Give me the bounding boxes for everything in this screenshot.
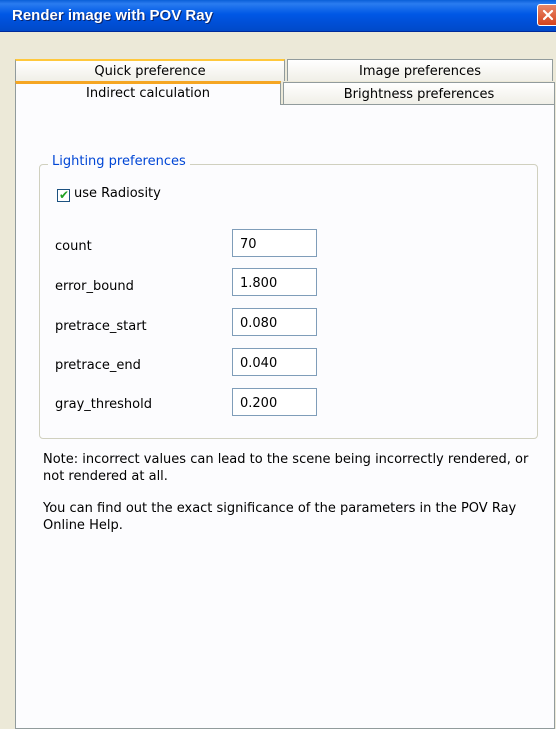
window-title: Render image with POV Ray	[12, 7, 213, 24]
count-input[interactable]: 70	[232, 229, 317, 257]
tab-image-preferences[interactable]: Image preferences	[287, 59, 553, 81]
use-radiosity-label[interactable]: use Radiosity	[74, 186, 161, 201]
title-bar: Render image with POV Ray	[0, 0, 556, 32]
pretrace-end-label: pretrace_end	[55, 358, 141, 373]
pretrace-start-label: pretrace_start	[55, 319, 147, 334]
note-online-help: You can find out the exact significance …	[43, 501, 517, 533]
tab-indirect-calculation[interactable]: Indirect calculation	[15, 81, 281, 105]
checkmark-icon: ✔	[59, 188, 70, 202]
close-button[interactable]	[537, 4, 556, 26]
note-incorrect-values: Note: incorrect values can lead to the s…	[43, 452, 529, 484]
gray-threshold-input[interactable]: 0.200	[232, 388, 317, 416]
error-bound-input[interactable]: 1.800	[232, 268, 317, 296]
tab-brightness-preferences[interactable]: Brightness preferences	[283, 82, 555, 104]
pretrace-start-input[interactable]: 0.080	[232, 308, 317, 336]
tab-panel: Lighting preferences ✔ use Radiosity cou…	[15, 104, 555, 729]
tab-quick-preference[interactable]: Quick preference	[15, 59, 285, 81]
dialog-client-area: Quick preference Image preferences Indir…	[0, 32, 556, 729]
error-bound-label: error_bound	[55, 279, 134, 294]
use-radiosity-checkbox[interactable]: ✔	[57, 188, 70, 202]
close-icon	[542, 9, 554, 21]
group-title: Lighting preferences	[48, 154, 190, 169]
count-label: count	[55, 239, 92, 254]
gray-threshold-label: gray_threshold	[55, 397, 152, 412]
pretrace-end-input[interactable]: 0.040	[232, 348, 317, 376]
